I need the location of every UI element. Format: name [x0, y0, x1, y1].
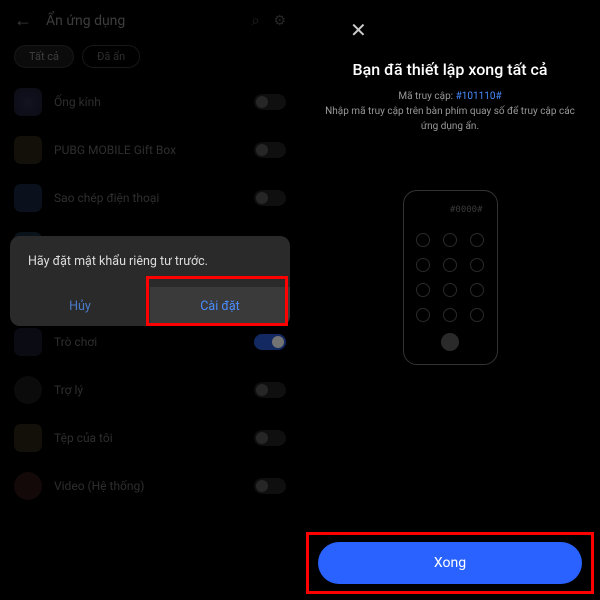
dialog-message: Hãy đặt mật khẩu riêng tư trước.: [10, 252, 290, 287]
settings-button[interactable]: Cài đặt: [150, 287, 290, 326]
setup-subtitle: Mã truy cập: #101110# Nhập mã truy cập t…: [300, 89, 600, 134]
access-code: #101110#: [456, 91, 502, 102]
app-hide-screen: ← Ẩn ứng dụng ⌕ ⚙ Tất cả Đã ẩn Ống kínhP…: [0, 0, 300, 600]
phone-illustration: #0000#: [403, 190, 498, 365]
phone-display: #0000#: [414, 205, 487, 215]
cancel-button[interactable]: Hủy: [10, 287, 150, 326]
setup-title: Bạn đã thiết lập xong tất cả: [300, 60, 600, 79]
setup-complete-screen: ✕ Bạn đã thiết lập xong tất cả Mã truy c…: [300, 0, 600, 600]
close-icon[interactable]: ✕: [350, 18, 367, 42]
password-dialog: Hãy đặt mật khẩu riêng tư trước. Hủy Cài…: [10, 236, 290, 326]
keypad-illustration: [414, 233, 487, 351]
done-button[interactable]: Xong: [318, 542, 582, 584]
